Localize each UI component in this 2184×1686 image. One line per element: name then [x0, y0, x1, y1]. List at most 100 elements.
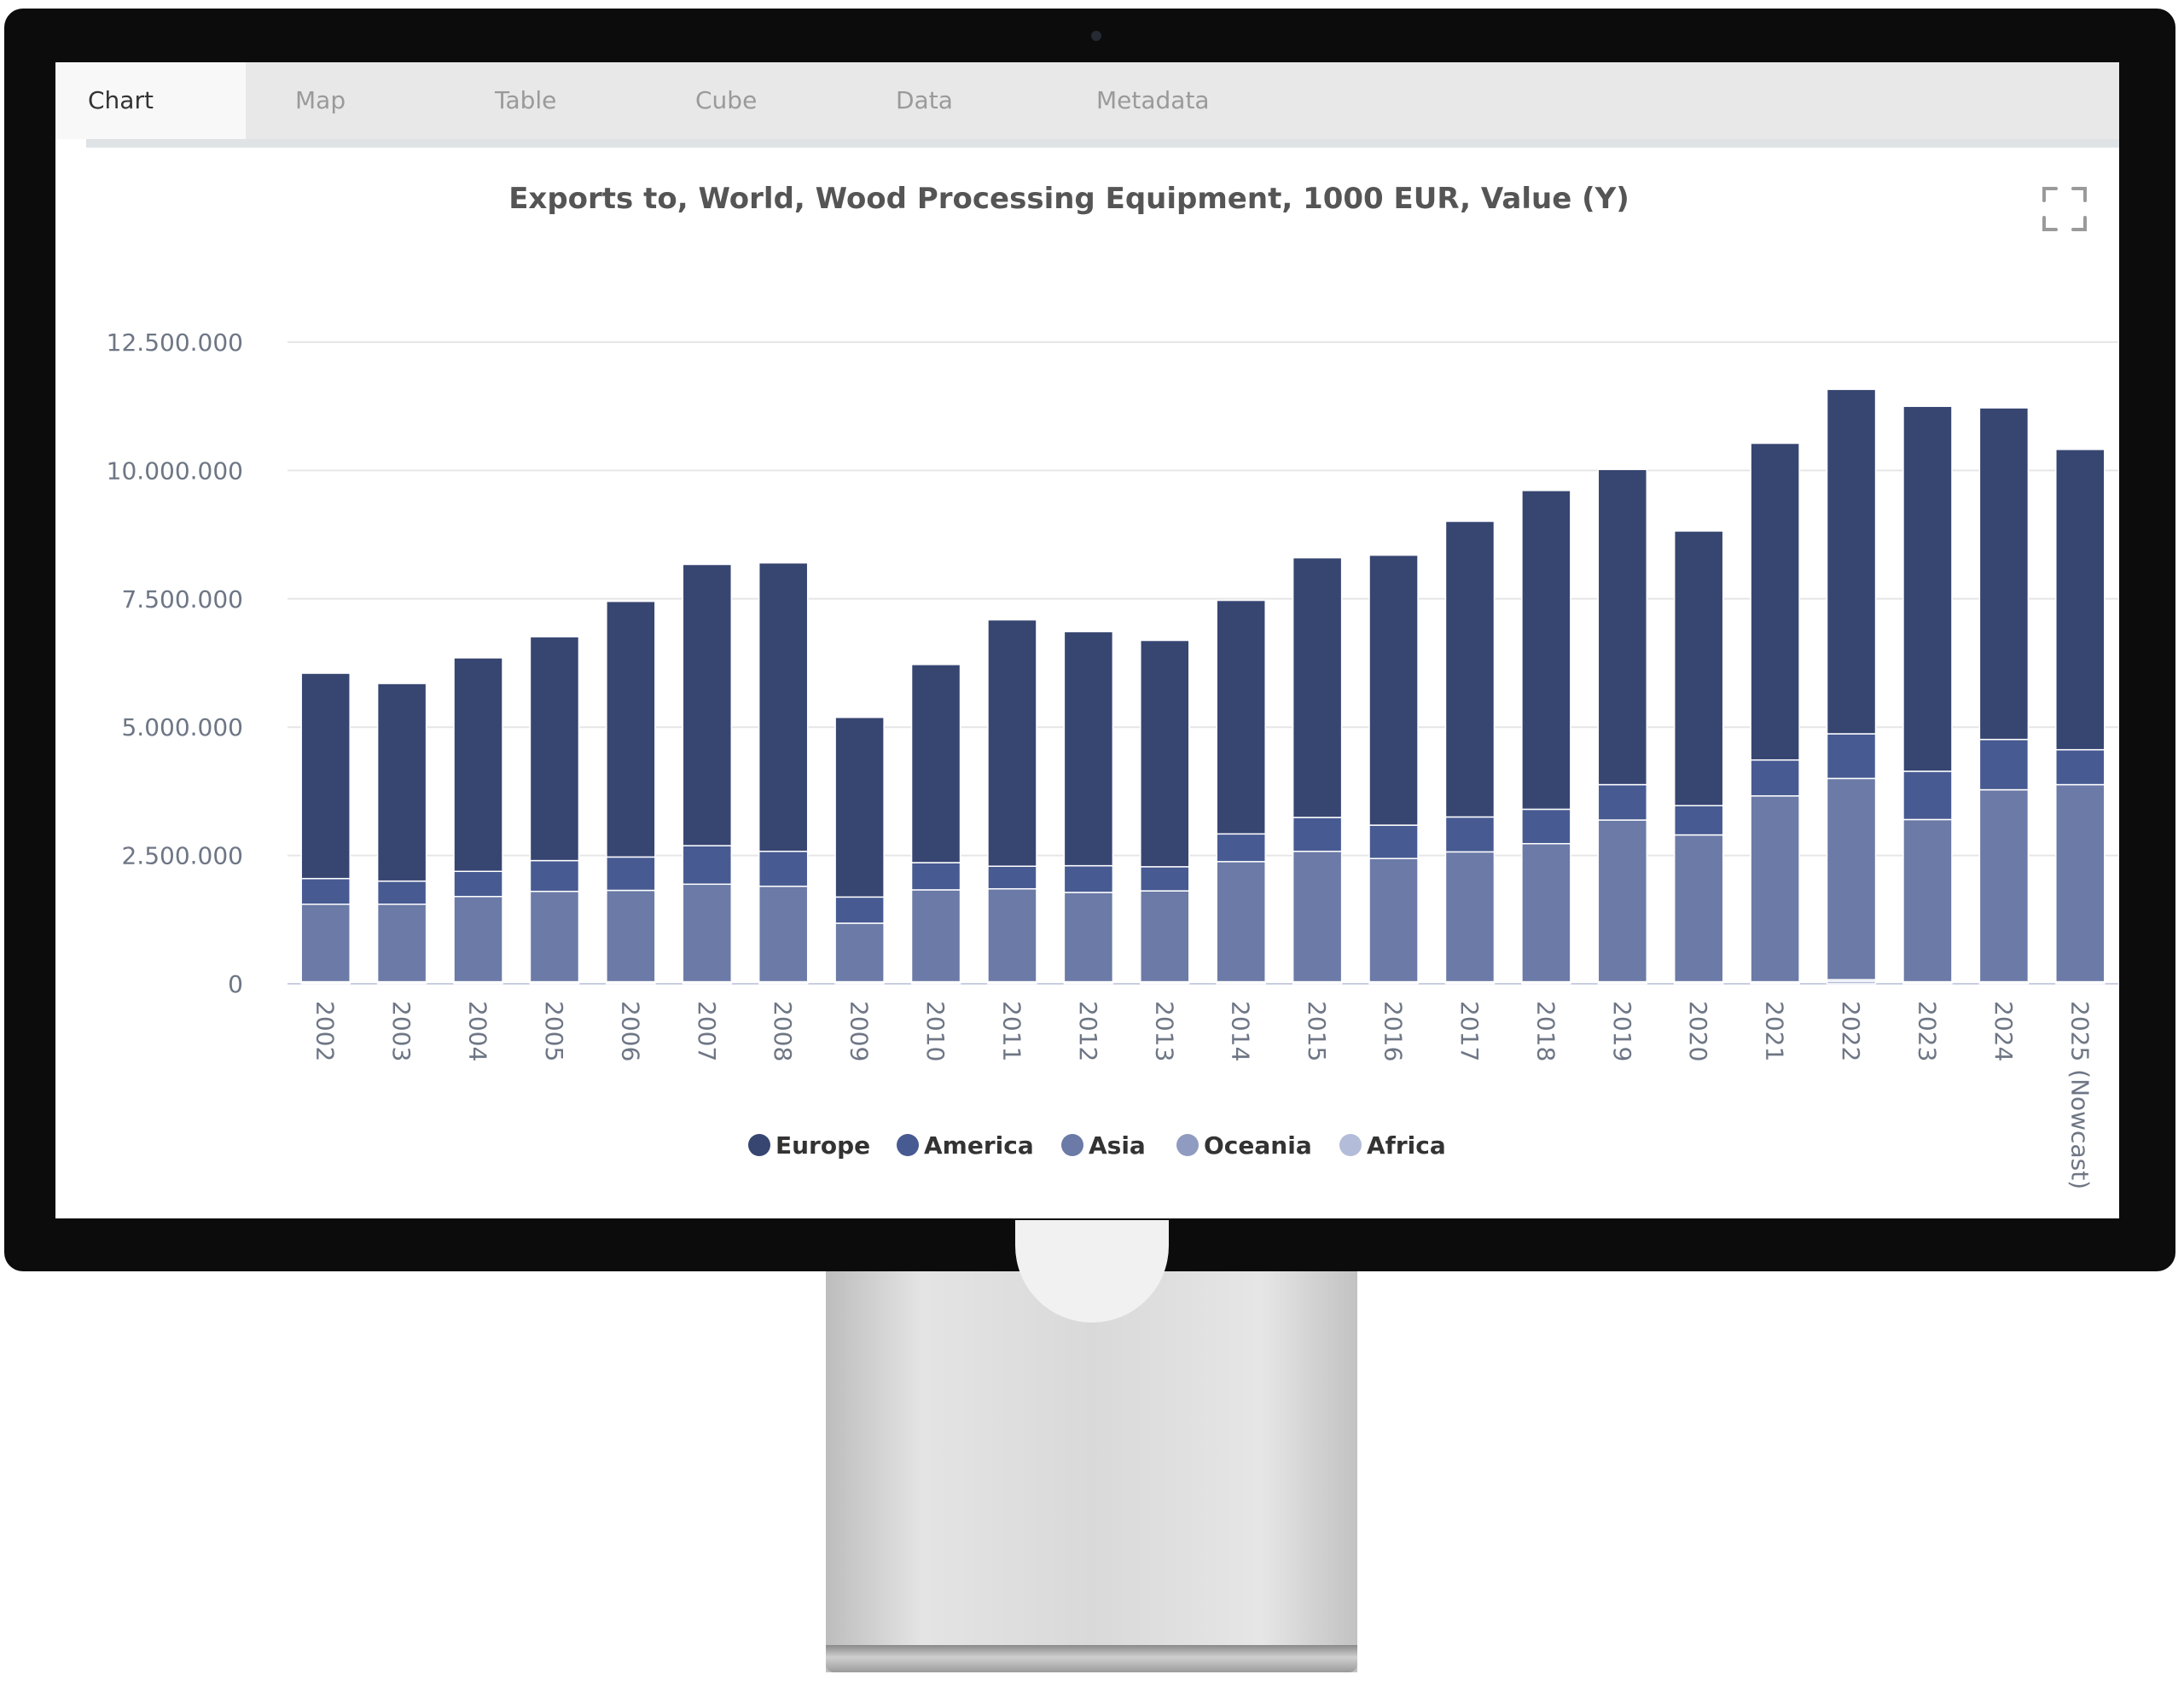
x-tick-label: 2018 [1531, 1001, 1560, 1061]
legend-label: Africa [1367, 1131, 1446, 1160]
bar-segment-america[interactable] [1750, 759, 1800, 797]
bar-segment-asia[interactable] [376, 904, 427, 983]
legend-item-africa[interactable]: Africa [1339, 1131, 1446, 1160]
bar-segment-america[interactable] [987, 865, 1037, 890]
x-tick-label: 2014 [1227, 1001, 1255, 1061]
bar-segment-america[interactable] [1902, 770, 1953, 821]
bar-segment-america[interactable] [300, 877, 351, 905]
bar-segment-america[interactable] [758, 851, 809, 887]
tab-metadata[interactable]: Metadata [1064, 62, 1210, 139]
x-tick-label: 2005 [540, 1001, 568, 1061]
bar-segment-asia[interactable] [606, 889, 656, 983]
bar-segment-america[interactable] [1826, 733, 1877, 780]
bar-segment-asia[interactable] [758, 885, 809, 983]
bar-segment-america[interactable] [910, 862, 961, 891]
bar-segment-europe[interactable] [1978, 407, 2030, 741]
bar-segment-europe[interactable] [1216, 599, 1266, 835]
bar-segment-asia[interactable] [1750, 795, 1800, 983]
camera-icon [1091, 31, 1101, 41]
bar-segment-america[interactable] [376, 880, 427, 905]
bar-segment-asia[interactable] [1673, 834, 1724, 983]
bar-segment-america[interactable] [1597, 783, 1648, 821]
bar-segment-america[interactable] [1292, 817, 1343, 852]
bar-segment-asia[interactable] [1216, 861, 1266, 983]
bar-segment-europe[interactable] [1063, 631, 1114, 867]
bar-segment-europe[interactable] [376, 683, 427, 882]
legend-item-america[interactable]: America [897, 1131, 1034, 1160]
legend-item-asia[interactable]: Asia [1061, 1131, 1146, 1160]
legend-item-oceania[interactable]: Oceania [1176, 1131, 1312, 1160]
bar-segment-america[interactable] [1368, 824, 1419, 859]
bar-segment-asia[interactable] [1063, 892, 1114, 983]
bar-segment-asia[interactable] [1521, 843, 1571, 983]
fullscreen-icon[interactable] [2042, 187, 2087, 231]
bar-segment-asia[interactable] [1978, 788, 2030, 983]
bar-segment-america[interactable] [2055, 748, 2106, 786]
x-tick-label: 2015 [1303, 1001, 1331, 1061]
bar-segment-europe[interactable] [529, 636, 580, 862]
chart-title: Exports to, World, Wood Processing Equip… [508, 182, 1629, 216]
bar-segment-america[interactable] [1673, 805, 1724, 836]
bar-segment-asia[interactable] [834, 922, 885, 983]
bar-segment-asia[interactable] [1826, 777, 1877, 980]
bar-segment-asia[interactable] [987, 887, 1037, 983]
bar-segment-europe[interactable] [606, 601, 656, 858]
tab-table[interactable]: Table [462, 62, 556, 139]
bar-segment-america[interactable] [682, 845, 733, 886]
bar-segment-asia[interactable] [1368, 858, 1419, 983]
x-tick-label: 2006 [616, 1001, 644, 1061]
bar-segment-america[interactable] [1140, 866, 1190, 892]
tab-data[interactable]: Data [863, 62, 953, 139]
bar-segment-europe[interactable] [682, 563, 733, 846]
bar-segment-europe[interactable] [910, 664, 961, 863]
bar-segment-europe[interactable] [453, 657, 503, 872]
bar-segment-europe[interactable] [1521, 490, 1571, 811]
tab-underline [86, 139, 2119, 148]
y-tick-label: 0 [228, 970, 243, 998]
bar-segment-europe[interactable] [1292, 556, 1343, 818]
bar-segment-america[interactable] [834, 896, 885, 924]
bar-segment-asia[interactable] [1292, 851, 1343, 983]
bar-segment-asia[interactable] [529, 890, 580, 983]
bar-segment-europe[interactable] [758, 561, 809, 852]
bar-segment-europe[interactable] [300, 672, 351, 880]
bar-segment-asia[interactable] [1597, 819, 1648, 983]
tab-cube[interactable]: Cube [663, 62, 757, 139]
bar-segment-asia[interactable] [2055, 783, 2106, 983]
bar-segment-asia[interactable] [1902, 818, 1953, 983]
bar-segment-europe[interactable] [1444, 520, 1496, 818]
bar-segment-america[interactable] [1216, 833, 1266, 863]
bar-segment-america[interactable] [1978, 738, 2030, 791]
bar-segment-asia[interactable] [1140, 890, 1190, 983]
bar-segment-europe[interactable] [1902, 405, 1953, 772]
bar-segment-europe[interactable] [1597, 468, 1648, 786]
x-tick-label: 2012 [1074, 1001, 1102, 1061]
bar-segment-america[interactable] [453, 870, 503, 898]
bar-segment-europe[interactable] [2055, 448, 2106, 751]
bar-segment-europe[interactable] [1826, 388, 1877, 735]
bar-segment-europe[interactable] [1368, 554, 1419, 826]
x-tick-label: 2004 [464, 1001, 492, 1061]
legend-item-europe[interactable]: Europe [748, 1131, 870, 1160]
bar-segment-america[interactable] [1063, 864, 1114, 893]
bar-segment-asia[interactable] [300, 904, 351, 983]
bar-segment-america[interactable] [529, 859, 580, 892]
bar-segment-asia[interactable] [453, 895, 503, 983]
tab-chart[interactable]: Chart [55, 62, 246, 139]
legend-swatch [1176, 1134, 1199, 1156]
bar-segment-america[interactable] [1444, 816, 1496, 853]
bar-segment-europe[interactable] [987, 619, 1037, 867]
bar-segment-america[interactable] [606, 856, 656, 892]
bar-segment-asia[interactable] [910, 889, 961, 983]
bar-segment-europe[interactable] [1140, 639, 1190, 868]
tab-bar: Chart Map Table Cube Data Metadata [55, 62, 2119, 139]
bar-segment-asia[interactable] [1444, 851, 1496, 983]
bar-segment-america[interactable] [1521, 808, 1571, 845]
bar-segment-europe[interactable] [1750, 442, 1800, 761]
bar-segment-europe[interactable] [834, 717, 885, 898]
legend-label: America [924, 1131, 1034, 1160]
legend-label: Europe [775, 1131, 870, 1160]
bar-segment-europe[interactable] [1673, 530, 1724, 806]
bar-segment-asia[interactable] [682, 883, 733, 983]
tab-map[interactable]: Map [263, 62, 346, 139]
